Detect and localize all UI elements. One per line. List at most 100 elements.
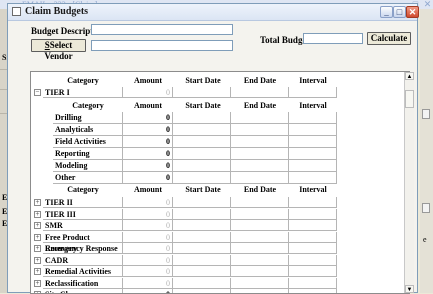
cell-amount[interactable]: 0 — [123, 208, 173, 220]
cell-amount[interactable]: 0 — [123, 231, 173, 243]
cell-start-date[interactable] — [173, 277, 231, 289]
table-row[interactable]: +Site Closure0 — [31, 289, 409, 293]
expand-icon[interactable]: + — [34, 256, 41, 264]
cell-start-date[interactable] — [173, 124, 231, 136]
cell-interval[interactable] — [289, 172, 337, 184]
cell-end-date[interactable] — [231, 197, 289, 208]
cell-start-date[interactable] — [173, 254, 231, 266]
vendor-input[interactable] — [91, 40, 233, 51]
maximize-button[interactable]: □ — [393, 6, 406, 18]
table-row[interactable]: Analyticals 0 — [31, 124, 409, 136]
expand-icon[interactable]: + — [34, 233, 41, 241]
cell-start-date[interactable] — [173, 243, 231, 254]
cell-amount[interactable]: 0 — [123, 112, 173, 124]
cell-interval[interactable] — [289, 87, 337, 98]
table-row[interactable]: + SMR 0 — [31, 220, 409, 231]
table-row[interactable]: + Reclassification 0 — [31, 277, 409, 289]
cell-end-date[interactable] — [231, 148, 289, 160]
scroll-thumb[interactable] — [405, 90, 414, 108]
cell-amount[interactable]: 0 — [123, 220, 173, 231]
cell-start-date[interactable] — [173, 266, 231, 277]
cell-start-date[interactable] — [173, 148, 231, 160]
collapse-icon[interactable]: − — [34, 89, 41, 96]
cell-amount[interactable]: 0 — [123, 87, 173, 98]
table-row[interactable]: Field Activities 0 — [31, 136, 409, 148]
cell-start-date[interactable] — [173, 220, 231, 231]
cell-end-date[interactable] — [231, 87, 289, 98]
window-titlebar[interactable]: Claim Budgets _ □ ✕ — [8, 4, 419, 21]
cell-end-date[interactable] — [231, 208, 289, 220]
cell-interval[interactable] — [289, 243, 337, 254]
table-row-tier1[interactable]: − TIER I 0 — [31, 87, 409, 98]
cell-amount[interactable]: 0 — [123, 136, 173, 148]
expand-icon[interactable]: + — [34, 268, 41, 275]
cell-amount[interactable]: 0 — [123, 172, 173, 184]
table-row[interactable]: + TIER III 0 — [31, 208, 409, 220]
cell-end-date[interactable] — [231, 160, 289, 172]
cell-end-date[interactable] — [231, 220, 289, 231]
cell-end-date[interactable] — [231, 136, 289, 148]
cell-amount[interactable]: 0 — [123, 266, 173, 277]
cell-start-date[interactable] — [173, 136, 231, 148]
expand-icon[interactable]: + — [34, 279, 41, 287]
grid-vertical-scrollbar[interactable]: ▲ ▼ — [404, 72, 414, 293]
cell-interval[interactable] — [289, 148, 337, 160]
cell-end-date[interactable] — [231, 172, 289, 184]
table-row[interactable]: + TIER II 0 — [31, 197, 409, 208]
cell-start-date[interactable] — [173, 160, 231, 172]
table-row[interactable]: + CADR 0 — [31, 254, 409, 266]
cell-amount[interactable]: 0 — [123, 148, 173, 160]
table-row[interactable]: Modeling 0 — [31, 160, 409, 172]
cell-amount[interactable]: 0 — [123, 277, 173, 289]
cell-interval[interactable] — [289, 197, 337, 208]
select-vendor-button[interactable]: SSelect Vendor — [31, 39, 86, 61]
expand-icon[interactable]: + — [34, 222, 41, 229]
table-row[interactable]: + Remedial Activities 0 — [31, 266, 409, 277]
table-row[interactable]: + Free Product Recovery 0 — [31, 231, 409, 253]
table-row[interactable]: Reporting 0 — [31, 148, 409, 160]
expand-icon[interactable]: + — [34, 210, 41, 218]
cell-amount[interactable]: 0 — [123, 124, 173, 136]
cell-start-date[interactable] — [173, 231, 231, 243]
cell-interval[interactable] — [289, 208, 337, 220]
cell-amount[interactable]: 0 — [123, 197, 173, 208]
cell-amount[interactable]: 0 — [123, 243, 173, 254]
cell-interval[interactable] — [289, 254, 337, 266]
cell-start-date[interactable] — [173, 208, 231, 220]
expand-icon[interactable]: + — [34, 245, 41, 252]
cell-end-date[interactable] — [231, 231, 289, 243]
cell-end-date[interactable] — [231, 112, 289, 124]
cell-start-date[interactable] — [173, 112, 231, 124]
table-row[interactable]: + Emergency Response 0 — [31, 243, 409, 254]
cell-end-date[interactable] — [231, 243, 289, 254]
scroll-down-icon[interactable]: ▼ — [405, 285, 414, 293]
cell-interval[interactable] — [289, 289, 337, 293]
calculate-button[interactable]: Calculate — [367, 32, 411, 45]
cell-amount[interactable]: 0 — [123, 160, 173, 172]
cell-interval[interactable] — [289, 136, 337, 148]
cell-end-date[interactable] — [231, 254, 289, 266]
scroll-up-icon[interactable]: ▲ — [405, 72, 414, 80]
expand-icon[interactable]: + — [34, 199, 41, 206]
cell-end-date[interactable] — [231, 289, 289, 293]
cell-start-date[interactable] — [173, 197, 231, 208]
cell-interval[interactable] — [289, 220, 337, 231]
minimize-button[interactable]: _ — [380, 6, 393, 18]
cell-end-date[interactable] — [231, 266, 289, 277]
cell-interval[interactable] — [289, 266, 337, 277]
cell-start-date[interactable] — [173, 289, 231, 293]
cell-start-date[interactable] — [173, 172, 231, 184]
cell-interval[interactable] — [289, 112, 337, 124]
cell-interval[interactable] — [289, 124, 337, 136]
cell-amount[interactable]: 0 — [123, 254, 173, 266]
cell-amount[interactable]: 0 — [123, 289, 173, 293]
cell-end-date[interactable] — [231, 277, 289, 289]
table-row[interactable]: Drilling 0 — [31, 112, 409, 124]
cell-interval[interactable] — [289, 277, 337, 289]
cell-interval[interactable] — [289, 231, 337, 243]
cell-start-date[interactable] — [173, 87, 231, 98]
cell-interval[interactable] — [289, 160, 337, 172]
close-button[interactable]: ✕ — [406, 6, 419, 18]
table-row[interactable]: Other 0 — [31, 172, 409, 184]
cell-end-date[interactable] — [231, 124, 289, 136]
